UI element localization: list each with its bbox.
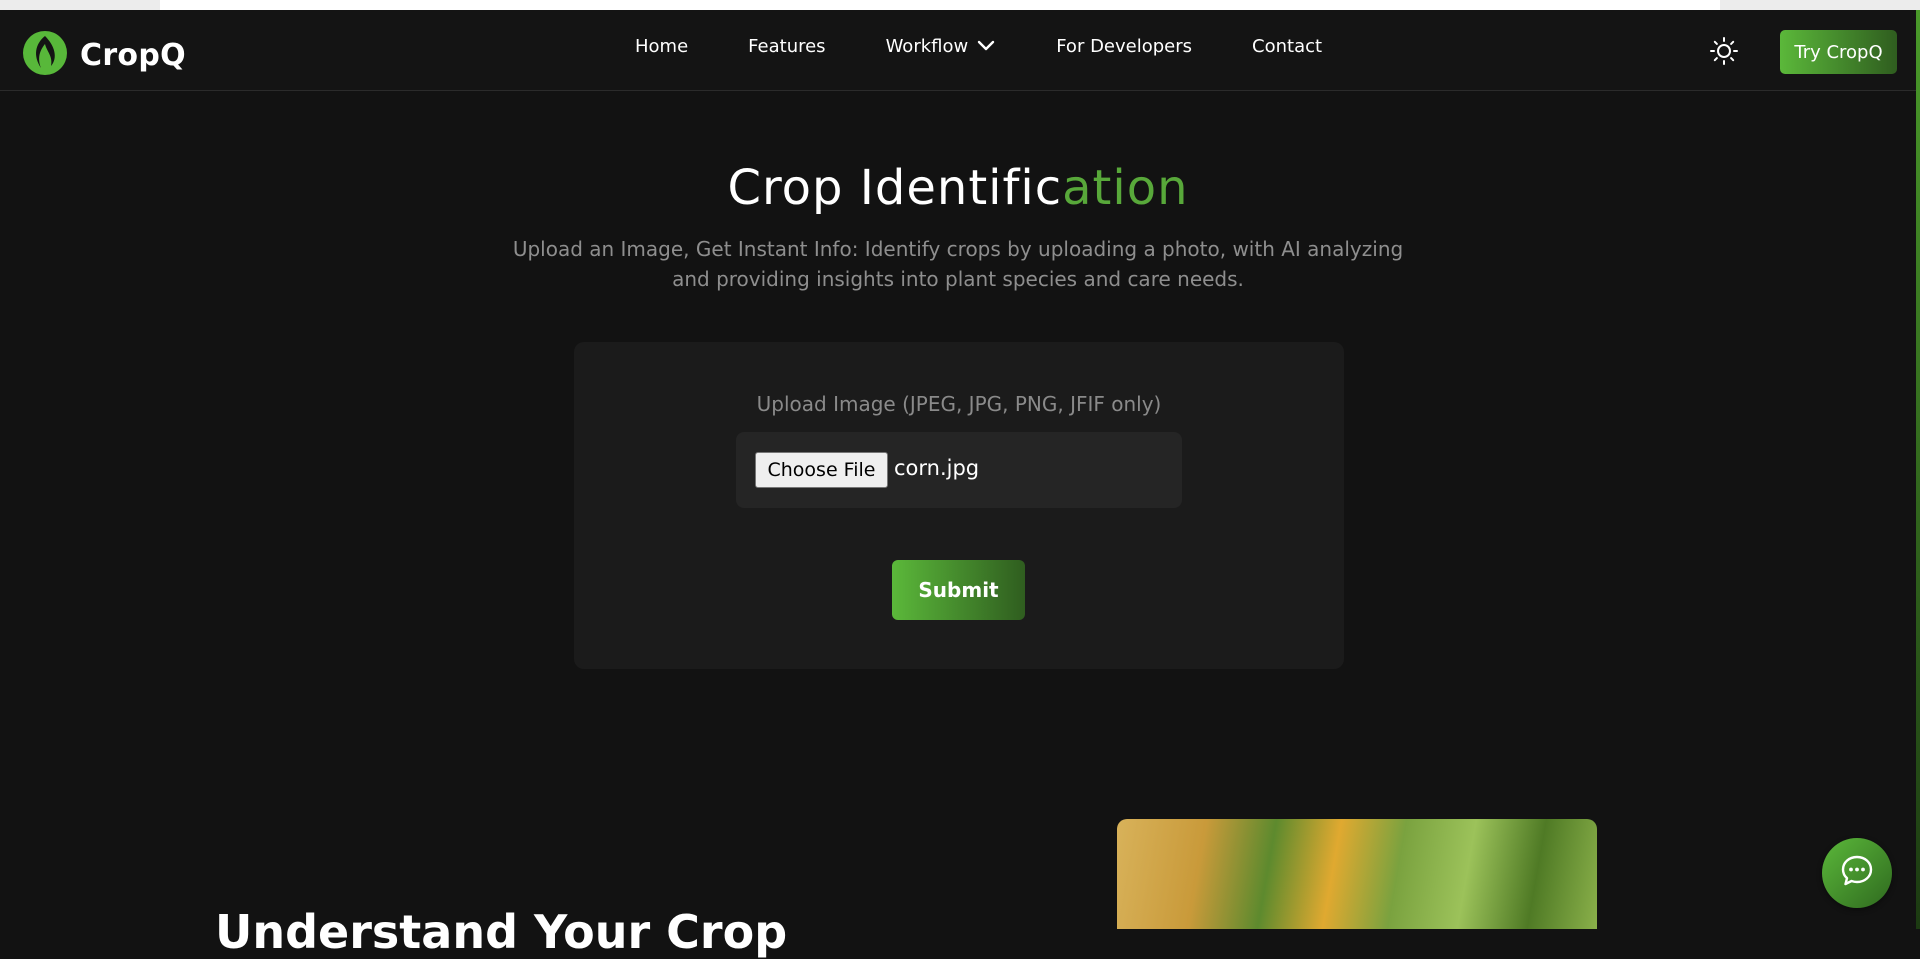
browser-top-strip bbox=[0, 0, 1920, 10]
nav-home[interactable]: Home bbox=[635, 36, 688, 57]
file-input[interactable]: Choose File corn.jpg bbox=[736, 432, 1182, 508]
sun-icon[interactable] bbox=[1709, 36, 1739, 66]
navbar: CropQ Home Features Workflow For Develop… bbox=[0, 10, 1916, 91]
choose-file-button[interactable]: Choose File bbox=[755, 452, 888, 488]
nav-developers[interactable]: For Developers bbox=[1056, 36, 1192, 57]
title-accent: ation bbox=[1062, 160, 1189, 216]
upload-label: Upload Image (JPEG, JPG, PNG, JFIF only) bbox=[756, 392, 1162, 416]
submit-button[interactable]: Submit bbox=[892, 560, 1025, 620]
page-title: Crop Identification bbox=[0, 160, 1916, 216]
leaf-flame-icon bbox=[22, 30, 68, 80]
section-heading: Understand Your Crop bbox=[215, 905, 788, 959]
selected-file-name: corn.jpg bbox=[894, 456, 980, 480]
nav-workflow-label: Workflow bbox=[885, 36, 969, 57]
chat-bubble-icon bbox=[1838, 852, 1876, 894]
hero-section: Crop Identification Upload an Image, Get… bbox=[0, 160, 1916, 294]
corn-image bbox=[1117, 819, 1597, 929]
nav-contact[interactable]: Contact bbox=[1252, 36, 1322, 57]
try-cropq-button[interactable]: Try CropQ bbox=[1780, 30, 1897, 74]
chevron-down-icon bbox=[976, 36, 996, 57]
nav-features[interactable]: Features bbox=[748, 36, 825, 57]
nav-workflow[interactable]: Workflow bbox=[886, 36, 997, 57]
page-subtitle: Upload an Image, Get Instant Info: Ident… bbox=[512, 237, 1404, 291]
title-main: Crop Identific bbox=[727, 160, 1063, 216]
scrollbar[interactable] bbox=[1916, 10, 1920, 929]
brand-name: CropQ bbox=[80, 37, 186, 73]
main-nav: Home Features Workflow For Developers Co… bbox=[635, 36, 1382, 57]
brand-logo[interactable]: CropQ bbox=[22, 30, 186, 80]
chat-button[interactable] bbox=[1822, 838, 1892, 908]
upload-card: Upload Image (JPEG, JPG, PNG, JFIF only)… bbox=[574, 342, 1344, 669]
